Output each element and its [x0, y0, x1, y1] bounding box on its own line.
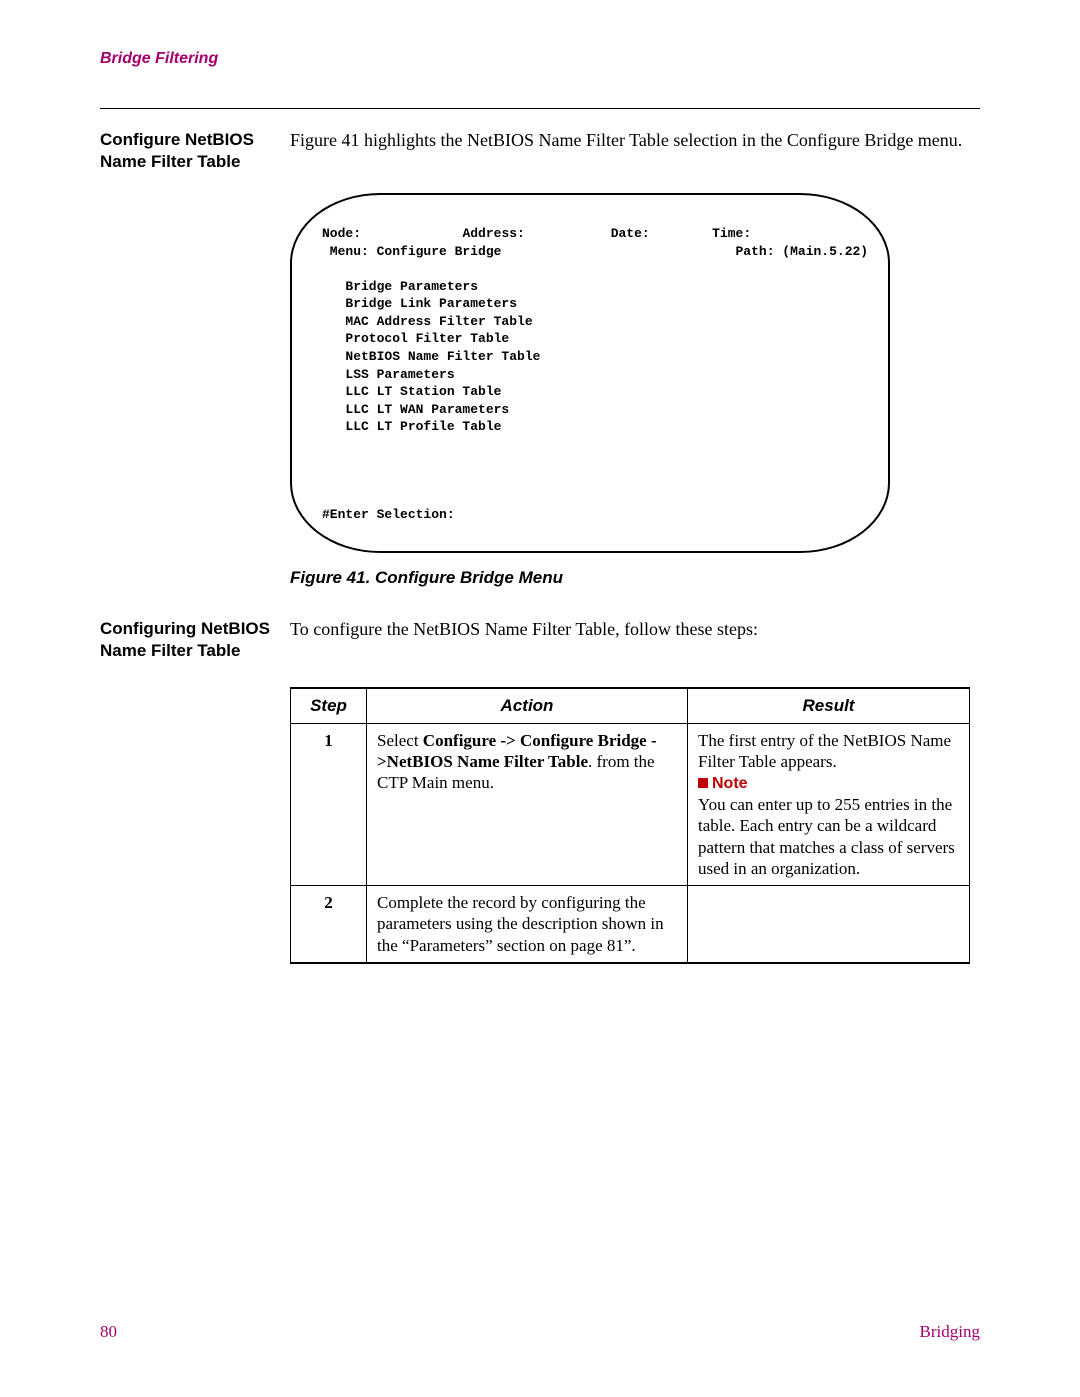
rule-top [100, 108, 980, 109]
sidehead-configure-netbios: Configure NetBIOS Name Filter Table [100, 129, 290, 173]
sidehead-configuring-steps: Configuring NetBIOS Name Filter Table [100, 618, 290, 662]
term-item: LLC LT Profile Table [345, 419, 501, 434]
col-result: Result [688, 688, 970, 723]
note-body: You can enter up to 255 entries in the t… [698, 795, 955, 878]
term-time: Time: [712, 226, 751, 241]
table-header-row: Step Action Result [291, 688, 970, 723]
steps-table: Step Action Result 1 Select Configure ->… [290, 687, 970, 964]
step-result: The first entry of the NetBIOS Name Filt… [688, 723, 970, 886]
note-square-icon [698, 778, 708, 788]
page-number: 80 [100, 1322, 117, 1342]
step-result [688, 886, 970, 963]
term-path: Path: (Main.5.22) [735, 244, 868, 259]
term-date: Date: [611, 226, 650, 241]
terminal-figure: Node: Address: Date: Time: Menu: Configu… [290, 193, 890, 553]
result-text: The first entry of the NetBIOS Name Filt… [698, 731, 951, 771]
body-configure-netbios: Figure 41 highlights the NetBIOS Name Fi… [290, 129, 980, 173]
step-action: Complete the record by configuring the p… [367, 886, 688, 963]
term-addr: Address: [462, 226, 524, 241]
note-heading: Note [698, 775, 748, 792]
term-item: LSS Parameters [345, 367, 454, 382]
col-step: Step [291, 688, 367, 723]
section-configure-netbios: Configure NetBIOS Name Filter Table Figu… [100, 129, 980, 173]
term-item: Bridge Link Parameters [345, 296, 517, 311]
term-item: Protocol Filter Table [345, 331, 509, 346]
table-row: 2 Complete the record by configuring the… [291, 886, 970, 963]
section-configuring-steps: Configuring NetBIOS Name Filter Table To… [100, 618, 980, 662]
step-number: 2 [291, 886, 367, 963]
body-configuring-steps: To configure the NetBIOS Name Filter Tab… [290, 618, 980, 662]
term-item: NetBIOS Name Filter Table [345, 349, 540, 364]
action-text: Select [377, 731, 423, 750]
page-footer: 80 Bridging [100, 1322, 980, 1342]
term-menu: Menu: Configure Bridge [322, 244, 501, 259]
term-prompt: #Enter Selection: [322, 507, 455, 522]
step-action: Select Configure -> Configure Bridge ->N… [367, 723, 688, 886]
page: Bridge Filtering Configure NetBIOS Name … [0, 0, 1080, 1397]
step-number: 1 [291, 723, 367, 886]
term-item: Bridge Parameters [345, 279, 478, 294]
term-node: Node: [322, 226, 361, 241]
term-item: LLC LT Station Table [345, 384, 501, 399]
col-action: Action [367, 688, 688, 723]
figure-caption: Figure 41. Configure Bridge Menu [290, 568, 980, 588]
footer-section: Bridging [920, 1322, 980, 1342]
term-item: MAC Address Filter Table [345, 314, 532, 329]
terminal-screen: Node: Address: Date: Time: Menu: Configu… [290, 193, 890, 553]
running-head: Bridge Filtering [100, 50, 980, 68]
term-item: LLC LT WAN Parameters [345, 402, 509, 417]
table-row: 1 Select Configure -> Configure Bridge -… [291, 723, 970, 886]
note-label: Note [712, 775, 748, 792]
